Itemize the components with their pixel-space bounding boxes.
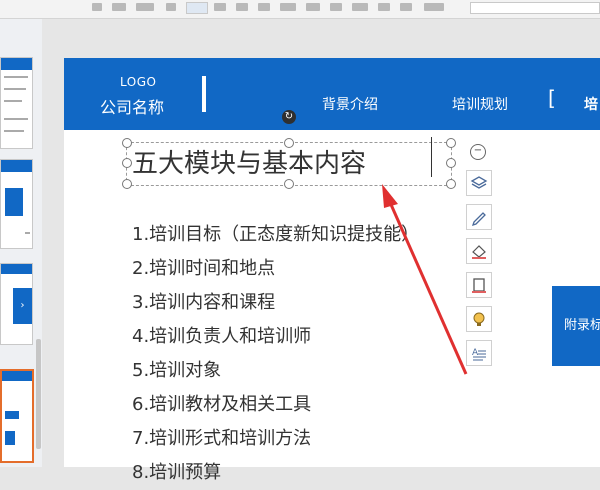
resize-handle[interactable] (122, 158, 132, 168)
text-caret (431, 137, 432, 177)
frame-icon[interactable] (466, 272, 492, 298)
slide-thumbnail-panel: › (0, 19, 42, 467)
rotate-handle-icon[interactable]: ↻ (282, 110, 296, 124)
top-toolbar (0, 0, 600, 19)
toolbar-icon[interactable] (306, 3, 320, 11)
slide-thumbnail[interactable] (0, 57, 33, 149)
list-item: 3.培训内容和课程 (132, 292, 276, 313)
resize-handle[interactable] (122, 138, 132, 148)
slide-thumbnail[interactable]: › (0, 263, 33, 345)
toolbar-icon[interactable] (214, 3, 226, 11)
toolbar-icon[interactable] (424, 3, 444, 11)
toolbar-icon[interactable] (378, 3, 390, 11)
company-name: 公司名称 (100, 98, 165, 117)
bulb-icon[interactable] (466, 306, 492, 332)
resize-handle[interactable] (446, 179, 456, 189)
toolbar-search-box[interactable] (470, 2, 600, 14)
toolbar-icon[interactable] (352, 3, 368, 11)
list-item: 6.培训教材及相关工具 (132, 394, 312, 415)
content-list: 1.培训目标（正态度新知识提技能） 2.培训时间和地点 3.培训内容和课程 4.… (132, 218, 419, 490)
appendix-card: 附录标 (552, 286, 600, 366)
slide-thumbnail[interactable] (0, 159, 33, 249)
toolbar-icon[interactable] (92, 3, 102, 11)
list-item: 5.培训对象 (132, 360, 222, 381)
toolbar-icon[interactable] (330, 3, 342, 11)
list-item: 2.培训时间和地点 (132, 258, 276, 279)
toolbar-icon[interactable] (258, 3, 270, 11)
toolbar-icon[interactable] (166, 3, 176, 11)
resize-handle[interactable] (446, 158, 456, 168)
nav-current: 培 (584, 97, 598, 113)
toolbar-icon[interactable] (280, 3, 296, 11)
collapse-icon[interactable]: − (470, 144, 486, 160)
banner-divider (202, 76, 206, 112)
nav-bracket: [ (548, 86, 556, 110)
toolbar-button[interactable] (186, 2, 208, 14)
resize-handle[interactable] (284, 179, 294, 189)
resize-handle[interactable] (446, 138, 456, 148)
toolbar-icon[interactable] (112, 3, 126, 11)
layers-icon[interactable] (466, 170, 492, 196)
pen-icon[interactable] (466, 204, 492, 230)
eraser-icon[interactable] (466, 238, 492, 264)
resize-handle[interactable] (122, 179, 132, 189)
list-item: 1.培训目标（正态度新知识提技能） (132, 224, 420, 245)
slide-canvas: LOGO 公司名称 背景介绍 培训规划 [ 培 ↻ 五大模块与基本内容 − A … (64, 58, 600, 483)
toolbar-icon[interactable] (136, 3, 154, 11)
nav-training-plan: 培训规划 (452, 97, 508, 113)
toolbar-icon[interactable] (400, 3, 412, 11)
slide-thumbnail-selected[interactable] (0, 369, 34, 463)
list-item: 8.培训预算 (132, 462, 222, 483)
slide-title[interactable]: 五大模块与基本内容 (132, 143, 366, 180)
text-format-icon[interactable]: A (466, 340, 492, 366)
nav-background: 背景介绍 (322, 97, 378, 113)
toolbar-icon[interactable] (236, 3, 248, 11)
logo-text: LOGO (120, 75, 157, 89)
list-item: 4.培训负责人和培训师 (132, 326, 312, 347)
list-item: 7.培训形式和培训方法 (132, 428, 312, 449)
slide-banner: LOGO 公司名称 背景介绍 培训规划 [ 培 (64, 58, 600, 130)
thumbnail-scrollbar[interactable] (36, 339, 41, 449)
resize-handle[interactable] (284, 138, 294, 148)
